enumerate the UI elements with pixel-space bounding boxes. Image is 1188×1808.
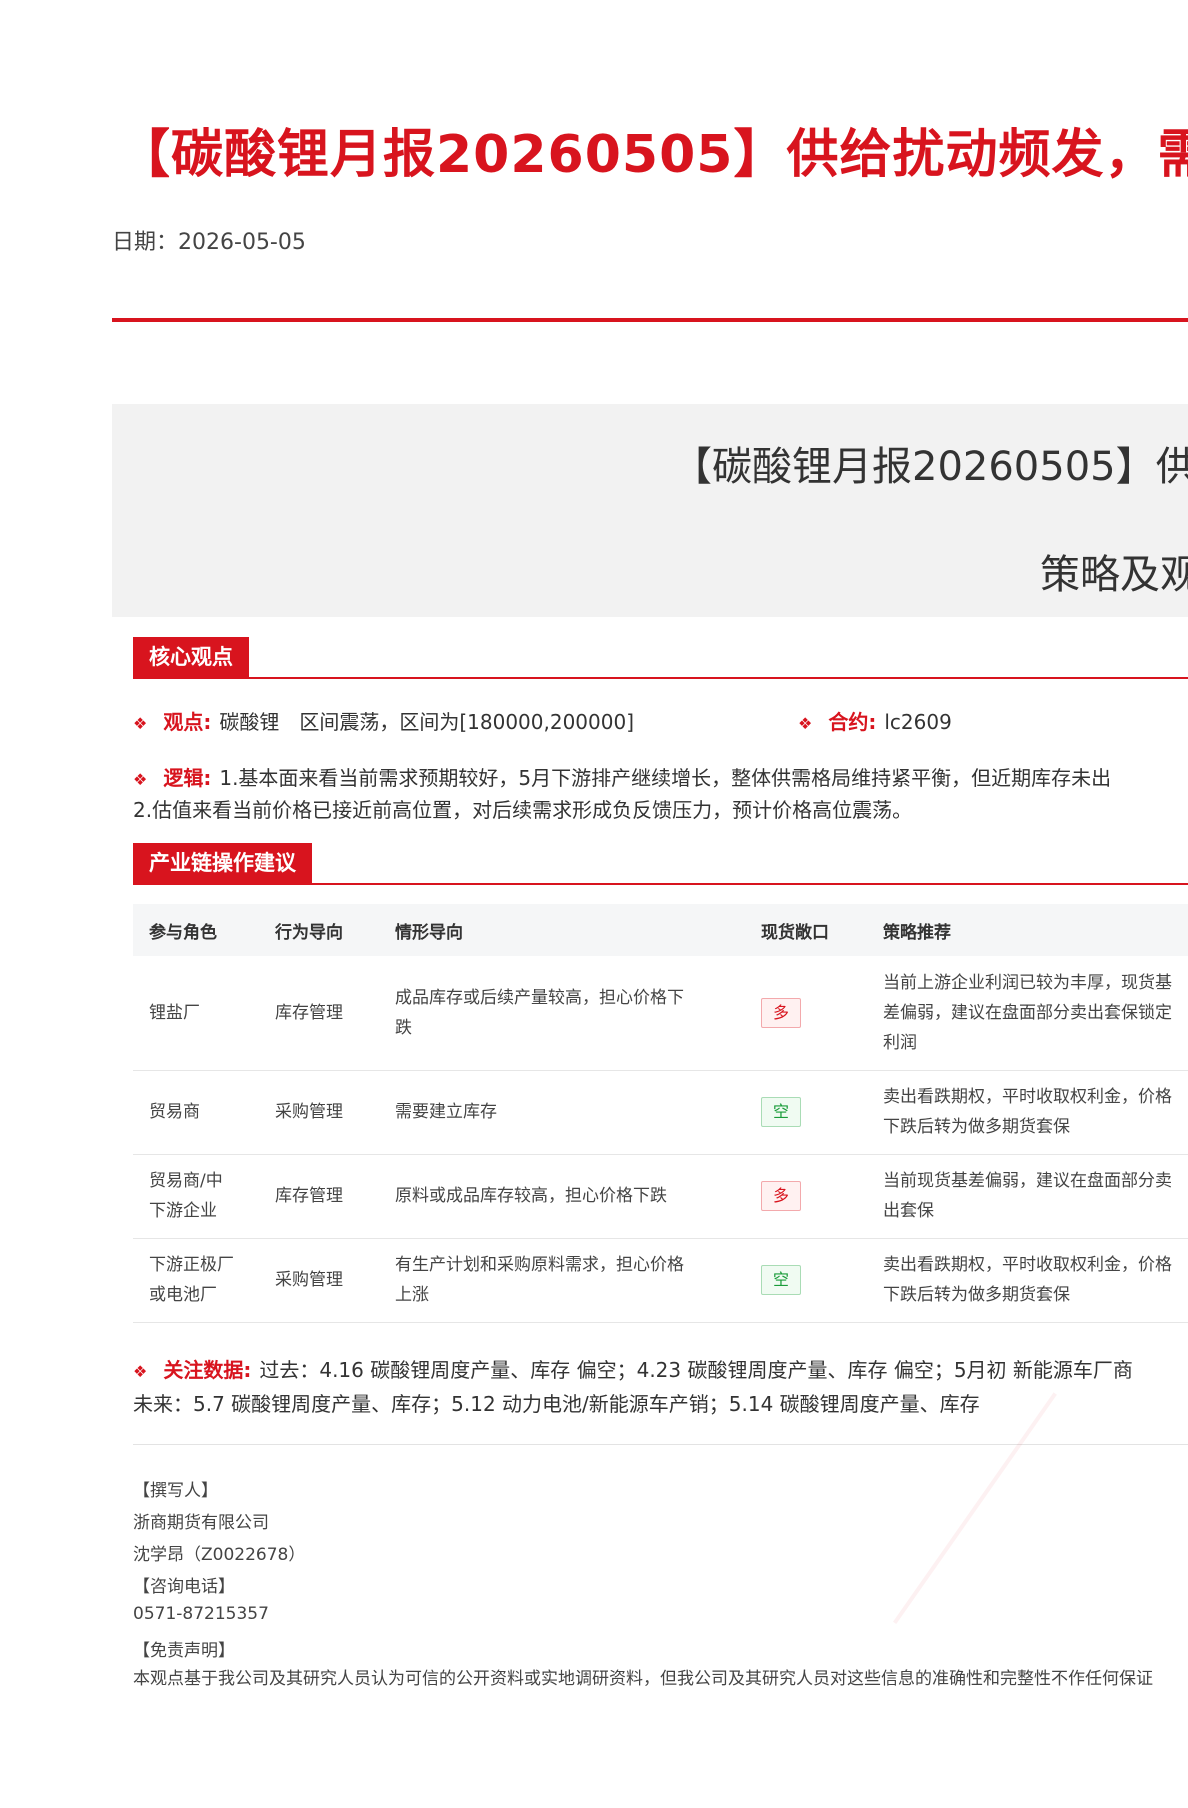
exposure-badge: 空 bbox=[761, 1097, 801, 1127]
cell-scenario-line: 有生产计划和采购原料需求，担心价格 bbox=[395, 1255, 684, 1275]
section-tag-core-view: 核心观点 bbox=[133, 637, 249, 677]
page-title: 【碳酸锂月报20260505】供给扰动频发，需 bbox=[118, 125, 1188, 185]
phone-number: 0571-87215357 bbox=[133, 1604, 269, 1624]
cell-strategy-line: 卖出看跌期权，平时收取权利金，价格 bbox=[883, 1087, 1172, 1107]
cell-scenario-line: 上涨 bbox=[395, 1285, 429, 1305]
section-divider-core bbox=[133, 677, 1188, 679]
cell-strategy: 卖出看跌期权，平时收取权利金，价格 下跌后转为做多期货套保 bbox=[867, 1070, 1188, 1155]
cell-role-line: 贸易商/中 bbox=[149, 1171, 223, 1191]
date-value: 2026-05-05 bbox=[178, 230, 306, 255]
cell-strategy-line: 利润 bbox=[883, 1032, 917, 1053]
logic-row: ❖ 逻辑: 1.基本面来看当前需求预期较好，5月下游排产继续增长，整体供需格局维持紧… bbox=[133, 762, 1111, 791]
logic-key: 逻辑: bbox=[163, 766, 212, 790]
logic-line-2: 2.估值来看当前价格已接近前高位置，对后续需求形成负反馈压力，预计价格高位震荡。 bbox=[133, 798, 913, 822]
cell-behavior: 库存管理 bbox=[259, 1154, 379, 1239]
focus-future: 未来：5.7 碳酸锂周度产量、库存；5.12 动力电池/新能源车产销；5.14 … bbox=[133, 1392, 980, 1416]
date-label: 日期： bbox=[112, 230, 179, 255]
publish-date: 日期：2026-05-05 bbox=[112, 224, 306, 256]
phone-label: 【咨询电话】 bbox=[133, 1577, 235, 1597]
diamond-bullet-icon: ❖ bbox=[133, 714, 148, 733]
chain-table-container: 参与角色 行为导向 情形导向 现货敞口 策略推荐 锂盐厂 库存管理 成品库存或后续产… bbox=[133, 904, 1188, 1323]
exposure-badge: 空 bbox=[761, 1265, 801, 1295]
exposure-badge: 多 bbox=[761, 997, 801, 1028]
table-row: 贸易商/中 下游企业 库存管理 原料或成品库存较高，担心价格下跌多当前现货基差偏弱，建… bbox=[133, 1154, 1188, 1239]
cell-exposure: 多 bbox=[745, 1154, 867, 1239]
chain-table: 参与角色 行为导向 情形导向 现货敞口 策略推荐 锂盐厂 库存管理 成品库存或后续产… bbox=[133, 904, 1188, 1323]
diamond-bullet-icon: ❖ bbox=[798, 714, 813, 733]
cell-strategy: 卖出看跌期权，平时收取权利金，价格 下跌后转为做多期货套保 bbox=[867, 1238, 1188, 1323]
author-name: 沈学昂（Z0022678） bbox=[133, 1545, 306, 1565]
cell-scenario: 原料或成品库存较高，担心价格下跌 bbox=[379, 1154, 745, 1239]
section-divider-chain bbox=[133, 883, 1188, 885]
table-row: 锂盐厂 库存管理 成品库存或后续产量较高，担心价格下跌多当前上游企业利润已较为丰厚，… bbox=[133, 956, 1188, 1071]
cell-role-line: 贸易商 bbox=[149, 1102, 200, 1122]
view-row: ❖ 观点: 碳酸锂 区间震荡，区间为[180000,200000] bbox=[133, 706, 634, 735]
view-key: 观点: bbox=[163, 710, 212, 734]
title-divider bbox=[112, 318, 1188, 322]
banner-subtitle: 策略及观 bbox=[1040, 552, 1188, 598]
table-header-row: 参与角色 行为导向 情形导向 现货敞口 策略推荐 bbox=[133, 904, 1188, 956]
cell-scenario-line: 需要建立库存 bbox=[395, 1102, 497, 1122]
report-banner: 【碳酸锂月报20260505】供 策略及观 bbox=[112, 404, 1188, 617]
diamond-bullet-icon: ❖ bbox=[133, 770, 148, 789]
cell-behavior: 库存管理 bbox=[259, 956, 379, 1071]
contract-key: 合约: bbox=[828, 710, 877, 734]
header-role: 参与角色 bbox=[133, 904, 259, 956]
cell-exposure: 多 bbox=[745, 956, 867, 1071]
watermark-mark bbox=[892, 1392, 1188, 1808]
disclaimer-label: 【免责声明】 bbox=[133, 1641, 235, 1661]
cell-scenario: 有生产计划和采购原料需求，担心价格 上涨 bbox=[379, 1238, 745, 1323]
cell-role: 锂盐厂 bbox=[133, 956, 259, 1071]
cell-role: 下游正极厂 或电池厂 bbox=[133, 1238, 259, 1323]
logic-line-1: 1.基本面来看当前需求预期较好，5月下游排产继续增长，整体供需格局维持紧平衡，但… bbox=[219, 766, 1112, 790]
cell-strategy-line: 下跌后转为做多期货套保 bbox=[883, 1117, 1070, 1137]
cell-role-line: 下游企业 bbox=[149, 1201, 217, 1221]
cell-strategy-line: 当前现货基差偏弱，建议在盘面部分卖 bbox=[883, 1171, 1172, 1191]
cell-exposure: 空 bbox=[745, 1238, 867, 1323]
table-row: 下游正极厂 或电池厂 采购管理 有生产计划和采购原料需求，担心价格 上涨空卖出看跌期权，… bbox=[133, 1238, 1188, 1323]
cell-strategy-line: 当前上游企业利润已较为丰厚，现货基 bbox=[883, 972, 1172, 993]
contract-text: lc2609 bbox=[884, 710, 952, 734]
cell-behavior: 采购管理 bbox=[259, 1070, 379, 1155]
cell-scenario: 成品库存或后续产量较高，担心价格下跌 bbox=[379, 956, 745, 1071]
view-text: 碳酸锂 区间震荡，区间为[180000,200000] bbox=[219, 710, 635, 734]
focus-past: 过去：4.16 碳酸锂周度产量、库存 偏空；4.23 碳酸锂周度产量、库存 偏空… bbox=[259, 1358, 1133, 1382]
cell-strategy: 当前上游企业利润已较为丰厚，现货基 差偏弱，建议在盘面部分卖出套保锁定 利润 bbox=[867, 956, 1188, 1071]
table-row: 贸易商 采购管理 需要建立库存 空 卖出看跌期权，平时收取权利金，价格 下跌后转为做多期货… bbox=[133, 1070, 1188, 1155]
banner-title: 【碳酸锂月报20260505】供 bbox=[672, 444, 1188, 490]
cell-strategy-line: 下跌后转为做多期货套保 bbox=[883, 1285, 1070, 1305]
cell-scenario-line: 跌 bbox=[395, 1017, 412, 1038]
cell-scenario-line: 成品库存或后续产量较高，担心价格下 bbox=[395, 987, 684, 1008]
section-tag-chain: 产业链操作建议 bbox=[133, 843, 312, 883]
diamond-bullet-icon: ❖ bbox=[133, 1362, 148, 1381]
cell-role: 贸易商/中下游企业 bbox=[133, 1154, 259, 1239]
cell-role: 贸易商 bbox=[133, 1070, 259, 1155]
exposure-badge: 多 bbox=[761, 1181, 801, 1211]
cell-strategy: 当前现货基差偏弱，建议在盘面部分卖 出套保 bbox=[867, 1154, 1188, 1239]
author-label: 【撰写人】 bbox=[133, 1481, 218, 1501]
cell-role-line: 下游正极厂 bbox=[149, 1255, 234, 1275]
focus-key: 关注数据: bbox=[163, 1358, 252, 1382]
header-strategy: 策略推荐 bbox=[867, 904, 1188, 956]
contract-row: ❖ 合约: lc2609 bbox=[798, 706, 952, 735]
cell-behavior: 采购管理 bbox=[259, 1238, 379, 1323]
company-name: 浙商期货有限公司 bbox=[133, 1513, 269, 1533]
focus-row: ❖ 关注数据: 过去：4.16 碳酸锂周度产量、库存 偏空；4.23 碳酸锂周度产量… bbox=[133, 1354, 1133, 1383]
header-scenario: 情形导向 bbox=[379, 904, 745, 956]
cell-strategy-line: 差偏弱，建议在盘面部分卖出套保锁定 bbox=[883, 1002, 1172, 1023]
cell-role-line: 或电池厂 bbox=[149, 1285, 217, 1305]
cell-scenario: 需要建立库存 bbox=[379, 1070, 745, 1155]
cell-strategy-line: 出套保 bbox=[883, 1201, 934, 1221]
header-exposure: 现货敞口 bbox=[745, 904, 867, 956]
cell-scenario-line: 原料或成品库存较高，担心价格下跌 bbox=[395, 1186, 667, 1206]
cell-role-line: 锂盐厂 bbox=[149, 1002, 200, 1023]
header-behavior: 行为导向 bbox=[259, 904, 379, 956]
cell-strategy-line: 卖出看跌期权，平时收取权利金，价格 bbox=[883, 1255, 1172, 1275]
cell-exposure: 空 bbox=[745, 1070, 867, 1155]
